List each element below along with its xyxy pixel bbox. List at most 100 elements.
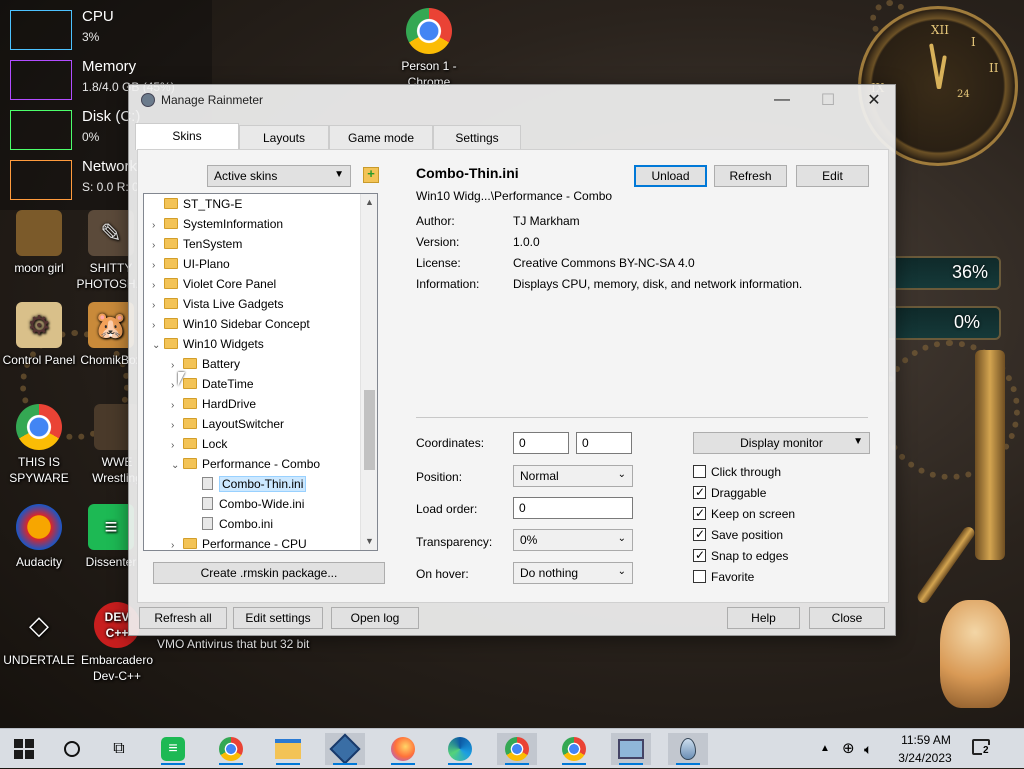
clock-time[interactable]: 11:59 AM bbox=[898, 733, 954, 749]
taskbar-spotify[interactable]: ≡ bbox=[153, 733, 193, 765]
start-button[interactable] bbox=[4, 733, 44, 765]
tree-folder-item[interactable]: › Violet Core Panel bbox=[152, 274, 276, 294]
active-skins-dropdown[interactable]: Active skins ▼ bbox=[207, 165, 351, 187]
edit-button[interactable]: Edit bbox=[796, 165, 869, 187]
checkbox-save-position[interactable]: Save position bbox=[693, 526, 783, 545]
tree-file-item[interactable]: Combo-Wide.ini bbox=[190, 494, 304, 514]
expand-arrow-icon[interactable]: › bbox=[171, 436, 183, 456]
expand-arrow-icon[interactable]: › bbox=[152, 216, 164, 236]
clock-date[interactable]: 3/24/2023 bbox=[890, 751, 960, 767]
taskbar-chrome-dev[interactable] bbox=[497, 733, 537, 765]
title-bar[interactable]: Manage Rainmeter — ☐ ✕ bbox=[129, 85, 895, 115]
network-icon[interactable]: ⊕ bbox=[842, 729, 855, 769]
manage-rainmeter-window[interactable]: Manage Rainmeter — ☐ ✕ Skins Layouts Gam… bbox=[128, 84, 896, 636]
expand-arrow-icon[interactable]: › bbox=[152, 236, 164, 256]
close-button[interactable]: Close bbox=[809, 607, 885, 629]
tab-game-mode[interactable]: Game mode bbox=[329, 125, 433, 149]
checkbox-box[interactable] bbox=[693, 526, 706, 542]
tree-file-item[interactable]: Combo-Thin.ini bbox=[190, 474, 307, 494]
tree-folder-item[interactable]: › HardDrive bbox=[171, 394, 256, 414]
tree-folder-item[interactable]: ST_TNG-E bbox=[152, 194, 242, 214]
tree-folder-item[interactable]: › SystemInformation bbox=[152, 214, 283, 234]
unload-button[interactable]: Unload bbox=[634, 165, 707, 187]
expand-arrow-icon[interactable]: › bbox=[152, 256, 164, 276]
tab-layouts[interactable]: Layouts bbox=[239, 125, 329, 149]
checkbox-favorite[interactable]: Favorite bbox=[693, 569, 754, 587]
tree-folder-item[interactable]: › Win10 Sidebar Concept bbox=[152, 314, 310, 334]
desktop-icon-spyware-chrome[interactable]: THIS IS SPYWARE bbox=[0, 404, 78, 486]
position-select[interactable]: Normal ⌄ bbox=[513, 465, 633, 487]
x-coordinate-input[interactable]: 0 bbox=[513, 432, 569, 454]
checkbox-draggable[interactable]: Draggable bbox=[693, 484, 766, 503]
checkbox-box[interactable] bbox=[693, 484, 706, 500]
taskbar-file-explorer[interactable] bbox=[268, 733, 308, 765]
scroll-up-arrow-icon[interactable]: ▲ bbox=[361, 194, 377, 211]
checkbox-keep-on-screen[interactable]: Keep on screen bbox=[693, 505, 795, 524]
refresh-all-button[interactable]: Refresh all bbox=[139, 607, 227, 629]
expand-arrow-icon[interactable]: › bbox=[152, 296, 164, 316]
y-coordinate-input[interactable]: 0 bbox=[576, 432, 632, 454]
taskbar-firefox[interactable] bbox=[383, 733, 423, 765]
tree-folder-item[interactable]: › Vista Live Gadgets bbox=[152, 294, 284, 314]
search-button[interactable] bbox=[52, 733, 92, 765]
transparency-select[interactable]: 0% ⌄ bbox=[513, 529, 633, 551]
add-skin-icon[interactable]: + bbox=[363, 167, 379, 183]
taskbar-rainmeter[interactable] bbox=[668, 733, 708, 765]
taskbar-control-panel[interactable] bbox=[611, 733, 651, 765]
tree-folder-item[interactable]: ⌄ Win10 Widgets bbox=[152, 334, 264, 354]
tree-folder-item[interactable]: › TenSystem bbox=[152, 234, 242, 254]
minimize-button[interactable]: — bbox=[759, 85, 805, 115]
desktop-icon-vmo-antivirus[interactable]: VMO Antivirus bbox=[156, 636, 234, 652]
tree-folder-item[interactable]: › LayoutSwitcher bbox=[171, 414, 284, 434]
scrollbar-thumb[interactable] bbox=[364, 390, 375, 470]
volume-muted-icon[interactable]: 🔈︎ bbox=[864, 729, 872, 769]
checkbox-box[interactable] bbox=[693, 547, 706, 563]
taskbar-chrome[interactable] bbox=[211, 733, 251, 765]
collapse-arrow-icon[interactable]: ⌄ bbox=[171, 456, 183, 476]
load-order-input[interactable]: 0 bbox=[513, 497, 633, 519]
refresh-button[interactable]: Refresh bbox=[714, 165, 787, 187]
notifications-button[interactable]: 2 bbox=[968, 737, 994, 761]
checkbox-box[interactable] bbox=[693, 465, 706, 478]
on-hover-select[interactable]: Do nothing ⌄ bbox=[513, 562, 633, 584]
task-view-button[interactable]: ⧉ bbox=[99, 733, 139, 765]
checkbox-click-through[interactable]: Click through bbox=[693, 464, 781, 482]
checkbox-box[interactable] bbox=[693, 570, 706, 583]
tree-folder-item[interactable]: › Lock bbox=[171, 434, 227, 454]
tree-folder-item[interactable]: ⌄ Performance - Combo bbox=[171, 454, 320, 474]
display-monitor-dropdown[interactable]: Display monitor ▼ bbox=[693, 432, 870, 454]
expand-arrow-icon[interactable]: › bbox=[171, 416, 183, 436]
desktop-icon-undertale[interactable]: ◇ UNDERTALE bbox=[0, 602, 78, 668]
desktop-icon-moon-girl[interactable]: moon girl bbox=[0, 210, 78, 276]
tab-skins[interactable]: Skins bbox=[135, 123, 239, 150]
chrome-icon bbox=[406, 8, 452, 54]
tree-folder-item[interactable]: › Battery bbox=[171, 354, 240, 374]
tree-file-item[interactable]: Combo.ini bbox=[190, 514, 273, 534]
checkbox-box[interactable] bbox=[693, 505, 706, 521]
tab-settings[interactable]: Settings bbox=[433, 125, 521, 149]
taskbar-chrome-profile[interactable] bbox=[554, 733, 594, 765]
taskbar-edge[interactable] bbox=[440, 733, 480, 765]
expand-arrow-icon[interactable]: › bbox=[152, 276, 164, 296]
scroll-down-arrow-icon[interactable]: ▼ bbox=[361, 533, 377, 550]
help-button[interactable]: Help bbox=[727, 607, 800, 629]
maximize-button[interactable]: ☐ bbox=[805, 85, 851, 115]
create-rmskin-package-button[interactable]: Create .rmskin package... bbox=[153, 562, 385, 584]
open-log-button[interactable]: Open log bbox=[331, 607, 419, 629]
expand-arrow-icon[interactable]: › bbox=[152, 316, 164, 336]
close-window-button[interactable]: ✕ bbox=[851, 85, 897, 115]
desktop-icon-audacity[interactable]: Audacity bbox=[0, 504, 78, 570]
tree-folder-item[interactable]: › Performance - CPU bbox=[171, 534, 307, 550]
desktop-icon-chrome-person1[interactable]: Person 1 - Chrome bbox=[390, 8, 468, 90]
show-hidden-icons-button[interactable]: ▲ bbox=[820, 729, 830, 769]
taskbar-virtualbox[interactable] bbox=[325, 733, 365, 765]
checkbox-snap-to-edges[interactable]: Snap to edges bbox=[693, 547, 788, 566]
expand-arrow-icon[interactable]: › bbox=[171, 396, 183, 416]
tree-folder-item[interactable]: › UI-Plano bbox=[152, 254, 230, 274]
expand-arrow-icon[interactable]: › bbox=[171, 536, 183, 550]
desktop-icon-control-panel[interactable]: ⚙ Control Panel bbox=[0, 302, 78, 368]
tree-scrollbar[interactable]: ▲ ▼ bbox=[360, 194, 377, 550]
collapse-arrow-icon[interactable]: ⌄ bbox=[152, 336, 164, 356]
desktop-icon-32bit[interactable]: that but 32 bit bbox=[234, 636, 312, 652]
edit-settings-button[interactable]: Edit settings bbox=[233, 607, 323, 629]
